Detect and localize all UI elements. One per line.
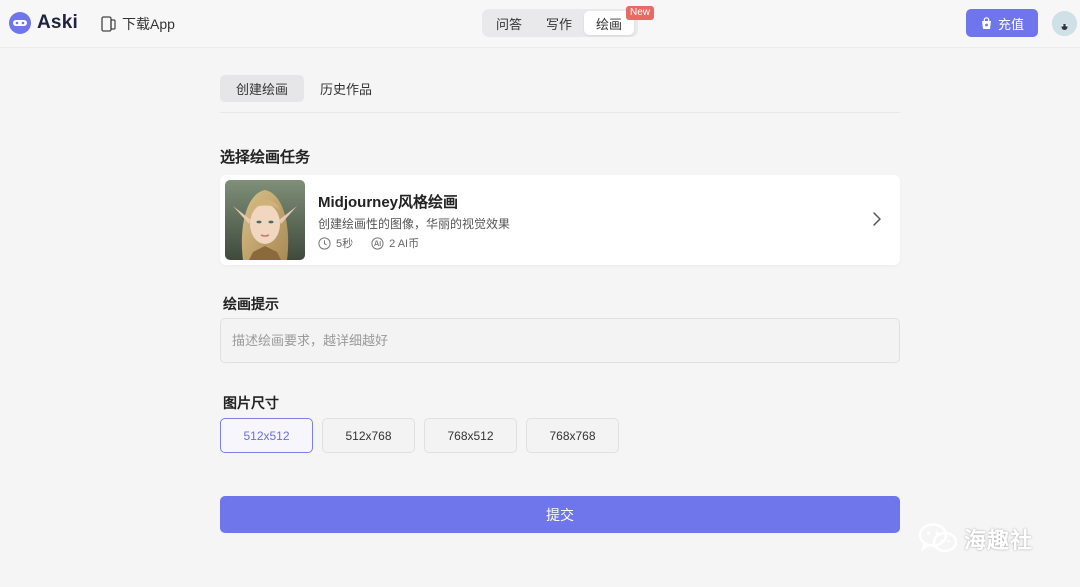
wechat-icon <box>918 523 958 553</box>
drawing-sub-tabs: 创建绘画 历史作品 <box>220 75 388 102</box>
submit-button[interactable]: 提交 <box>220 496 900 533</box>
avatar-image <box>1052 11 1077 36</box>
task-section-title: 选择绘画任务 <box>220 149 311 166</box>
recharge-button[interactable]: 充值 <box>966 9 1038 37</box>
prompt-input[interactable] <box>220 318 900 363</box>
task-meta: 5秒 2 AI币 <box>318 235 437 251</box>
avatar[interactable] <box>1052 11 1077 36</box>
phone-icon <box>101 16 116 32</box>
task-card-midjourney[interactable]: Midjourney风格绘画 创建绘画性的图像，华丽的视觉效果 5秒 2 AI币 <box>220 175 900 265</box>
prompt-label: 绘画提示 <box>223 296 279 312</box>
logo-text: Aski <box>37 12 78 33</box>
task-thumbnail <box>225 180 305 260</box>
new-badge: New <box>626 6 655 20</box>
shopping-bag-icon <box>981 16 991 29</box>
watermark: 海趣社 <box>918 522 1033 556</box>
tab-create-drawing[interactable]: 创建绘画 <box>220 75 305 102</box>
download-app-label: 下载App <box>122 16 175 32</box>
clock-icon <box>318 236 331 250</box>
elf-portrait-image <box>225 180 305 260</box>
tab-history-works[interactable]: 历史作品 <box>304 75 388 102</box>
size-option-512x512[interactable]: 512x512 <box>220 418 313 453</box>
divider <box>220 112 900 113</box>
task-description: 创建绘画性的图像，华丽的视觉效果 <box>318 217 511 231</box>
task-cost: 2 AI币 <box>371 235 419 251</box>
size-options: 512x512 512x768 768x512 768x768 <box>220 418 619 453</box>
task-time: 5秒 <box>318 235 353 251</box>
tab-qa[interactable]: 问答 <box>484 11 534 35</box>
task-name: Midjourney风格绘画 <box>318 194 459 211</box>
watermark-text: 海趣社 <box>964 528 1034 553</box>
chevron-right-icon <box>873 212 881 226</box>
logo[interactable]: Aski <box>8 11 78 35</box>
recharge-label: 充值 <box>997 16 1024 32</box>
download-app-link[interactable]: 下载App <box>101 14 175 34</box>
ai-coin-icon <box>371 236 384 250</box>
size-label: 图片尺寸 <box>223 395 279 411</box>
size-option-512x768[interactable]: 512x768 <box>322 418 415 453</box>
size-option-768x768[interactable]: 768x768 <box>526 418 619 453</box>
task-time-value: 5秒 <box>336 238 354 250</box>
mode-switcher: 问答 写作 绘画 <box>482 9 638 37</box>
task-cost-value: 2 AI币 <box>389 238 420 250</box>
logo-icon <box>9 12 31 34</box>
size-option-768x512[interactable]: 768x512 <box>424 418 517 453</box>
tab-writing[interactable]: 写作 <box>534 11 584 35</box>
top-bar: Aski 下载App 问答 写作 绘画 New 充值 <box>0 0 1080 48</box>
